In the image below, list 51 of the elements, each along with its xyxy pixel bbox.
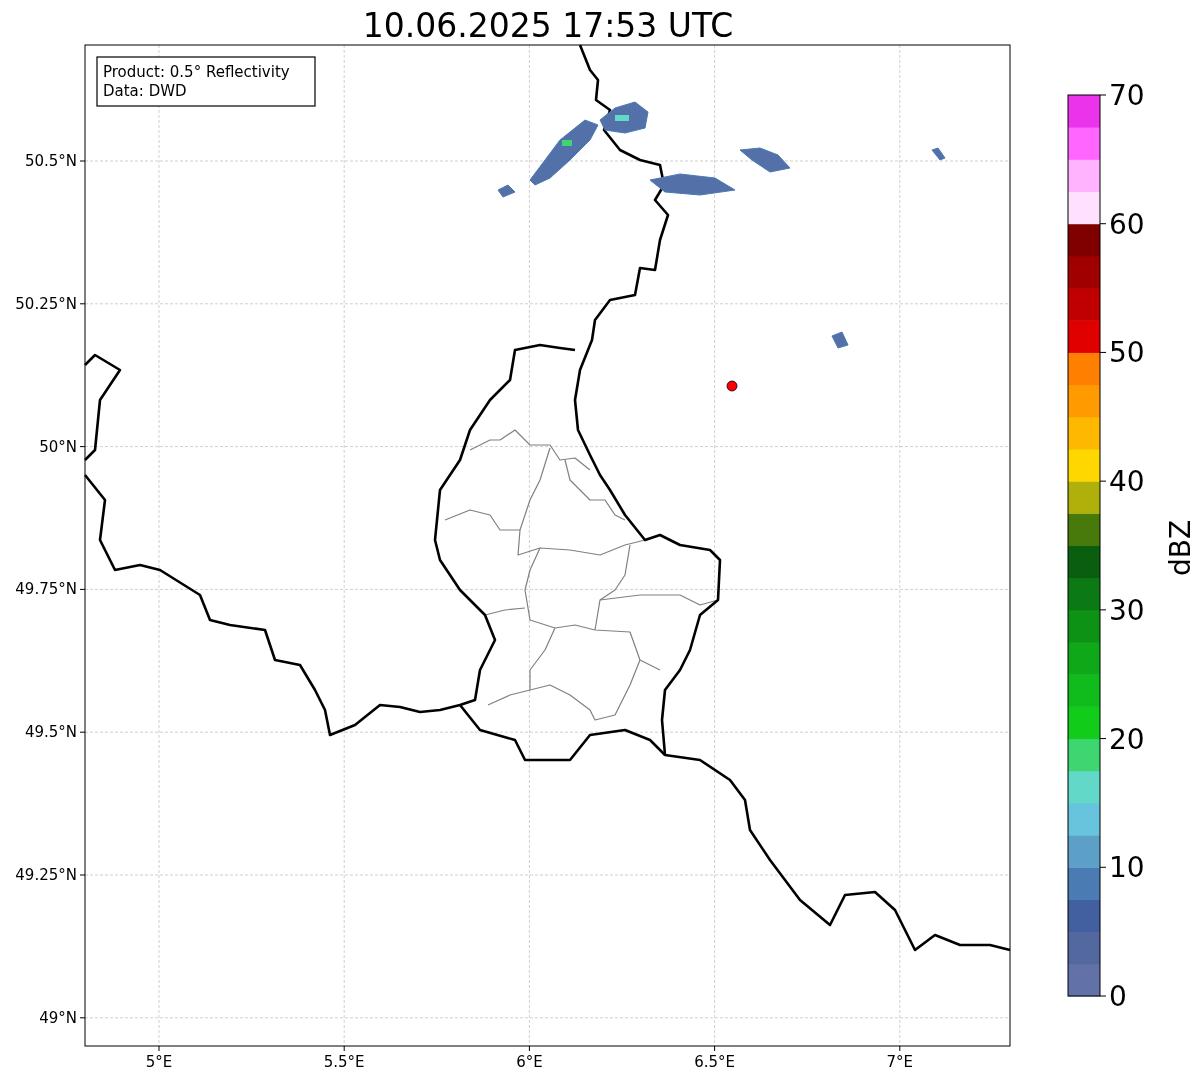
longitude-label: 5°E — [145, 1053, 173, 1071]
colorbar-tick-label: 70 — [1109, 79, 1145, 112]
radar-echo — [831, 331, 849, 349]
latitude-label: 49°N — [39, 1008, 77, 1027]
tick-mark — [1099, 995, 1107, 997]
tick-mark — [1099, 738, 1107, 740]
tick-mark — [343, 1045, 345, 1052]
tick-mark — [158, 1045, 160, 1052]
radar-echo — [931, 147, 946, 161]
longitude-label: 5.5°E — [323, 1053, 365, 1071]
radar-echo — [497, 184, 516, 198]
latitude-label: 49.5°N — [24, 723, 77, 742]
radar-echo-core — [615, 115, 629, 121]
latitude-label: 49.75°N — [15, 580, 77, 599]
tick-mark — [79, 731, 86, 733]
tick-mark — [714, 1045, 716, 1052]
colorbar-tick-label: 60 — [1109, 207, 1145, 241]
tick-mark — [1099, 609, 1107, 611]
tick-mark — [79, 160, 86, 162]
latitude-label: 50.5°N — [24, 152, 77, 170]
latitude-label: 50.25°N — [15, 294, 77, 313]
latitude-label: 50°N — [39, 437, 77, 456]
latitude-label: 49.25°N — [15, 866, 77, 884]
colorbar-tick-label: 30 — [1109, 593, 1145, 627]
tick-mark — [1099, 94, 1107, 96]
colorbar-label: dBZ — [1164, 519, 1197, 577]
colorbar-tick-label: 40 — [1109, 465, 1145, 499]
radar-echo-core — [562, 140, 572, 146]
tick-mark — [79, 1017, 86, 1019]
colorbar-tick-label: 20 — [1109, 722, 1145, 756]
tick-mark — [1099, 866, 1107, 868]
legend-text: Data: DWD — [103, 82, 187, 100]
longitude-label: 6.5°E — [694, 1053, 735, 1071]
radar-echo — [739, 147, 791, 173]
tick-mark — [79, 588, 86, 590]
longitude-label: 7°E — [886, 1053, 914, 1071]
tick-mark — [1099, 480, 1107, 482]
colorbar-tick-label: 10 — [1109, 851, 1145, 885]
tick-mark — [899, 1045, 901, 1052]
tick-mark — [79, 446, 86, 448]
location-marker — [726, 380, 738, 392]
legend-text: Product: 0.5° Reflectivity — [103, 63, 290, 81]
chart-title: 10.06.2025 17:53 UTC — [362, 6, 734, 45]
colorbar-tick-label: 0 — [1109, 980, 1127, 1013]
longitude-label: 6°E — [516, 1053, 543, 1071]
tick-mark — [1099, 351, 1107, 353]
tick-mark — [79, 303, 86, 305]
tick-mark — [528, 1045, 530, 1052]
tick-mark — [79, 874, 86, 876]
colorbar-tick-label: 50 — [1109, 336, 1145, 370]
tick-mark — [1099, 223, 1107, 225]
